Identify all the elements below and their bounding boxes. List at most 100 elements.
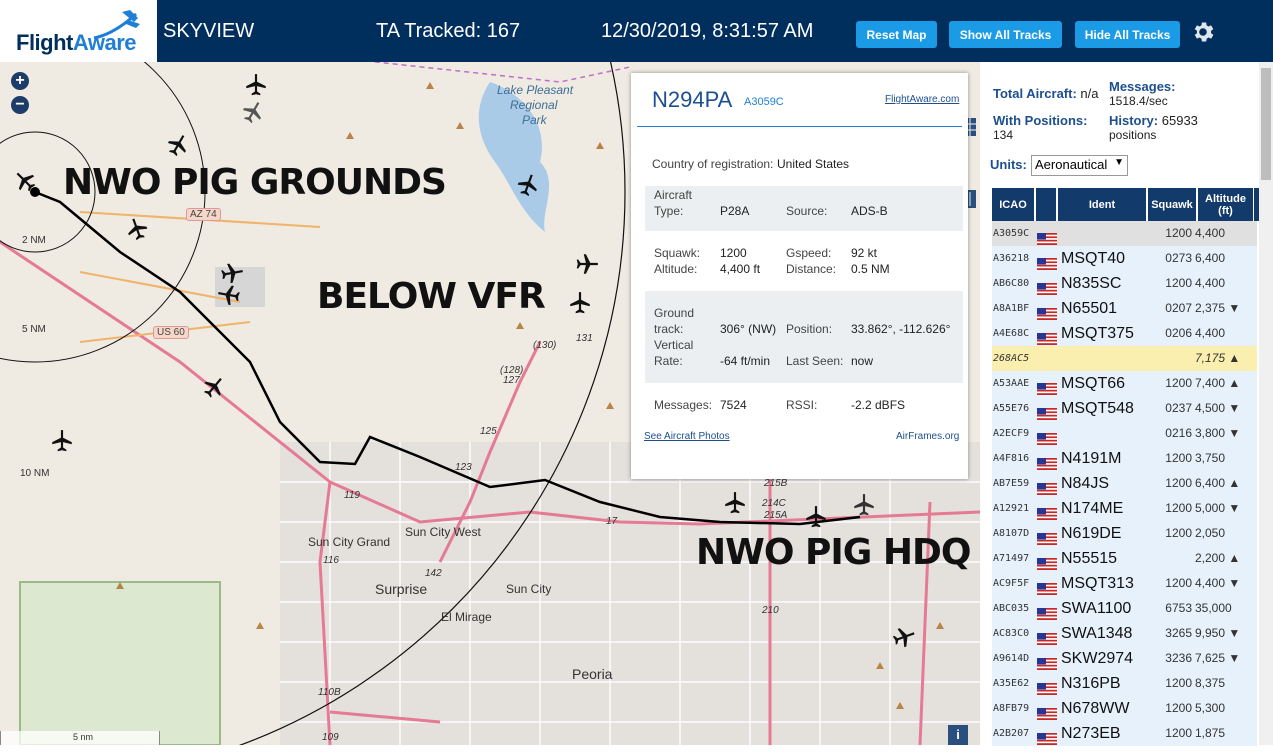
aircraft-icon[interactable] <box>201 374 227 400</box>
annotation-grounds: NWO PIG GROUNDS <box>63 162 447 203</box>
table-row[interactable]: A8A1BF N65501 0207 2,375 ▼ <box>992 296 1257 322</box>
table-row[interactable]: AB7E59 N84JS 1200 6,400 ▲ <box>992 471 1257 497</box>
zoom-in-button[interactable]: + <box>11 72 29 90</box>
row-altitude: 5,300 <box>1195 701 1226 715</box>
row-altitude: 2,050 <box>1195 526 1226 540</box>
table-row[interactable]: A12921 N174ME 1200 5,000 ▼ <box>992 496 1257 522</box>
row-squawk: 1200 <box>1165 226 1192 240</box>
road-116: 116 <box>323 555 339 566</box>
row-icao: A9614D <box>993 653 1030 664</box>
flightaware-link[interactable]: FlightAware.com <box>885 94 959 105</box>
row-icao: 268AC5 <box>993 353 1030 364</box>
table-row[interactable]: A55E76 MSQT548 0237 4,500 ▼ <box>992 396 1257 422</box>
aircraft-icon[interactable] <box>515 172 541 198</box>
row-altitude: 4,400 ▼ <box>1195 576 1241 590</box>
col-header-ident[interactable]: Ident <box>1058 188 1146 221</box>
road-214c: 214C <box>762 498 786 509</box>
aircraft-icon[interactable] <box>49 428 75 454</box>
aircraft-icon[interactable] <box>803 504 829 530</box>
road-123: 123 <box>455 462 472 473</box>
show-all-tracks-button[interactable]: Show All Tracks <box>949 21 1062 48</box>
total-aircraft-stat: Total Aircraft: n/a <box>993 86 1099 101</box>
units-label: Units: <box>990 157 1027 172</box>
row-ident: N55515 <box>1061 550 1118 567</box>
aircraft-icon[interactable] <box>891 624 917 650</box>
table-row[interactable]: A3059C 1200 4,400 <box>992 221 1257 247</box>
flightaware-logo[interactable]: FlightAware <box>0 0 157 62</box>
table-row[interactable]: A53AAE MSQT66 1200 7,400 ▲ <box>992 371 1257 397</box>
row-ident: MSQT66 <box>1061 375 1126 392</box>
gear-icon[interactable] <box>1190 19 1216 45</box>
aircraft-icon[interactable] <box>574 251 600 277</box>
zoom-out-button[interactable]: − <box>11 96 29 114</box>
table-row[interactable]: A35E62 N316PB 1200 8,375 <box>992 671 1257 697</box>
row-altitude: 4,400 <box>1195 226 1226 240</box>
road-130: (130) <box>533 340 557 351</box>
table-row[interactable]: A2ECF9 0216 3,800 ▼ <box>992 421 1257 447</box>
table-row[interactable]: A71497 N55515 2,200 ▲ <box>992 546 1257 572</box>
us-flag-icon <box>1037 453 1057 470</box>
table-row[interactable]: A8FB79 N678WW 1200 5,300 <box>992 696 1257 722</box>
col-header-squawk[interactable]: Squawk <box>1148 188 1196 221</box>
scrollbar-thumb[interactable] <box>1261 68 1271 180</box>
road-110b: 110B <box>318 687 341 698</box>
messages-value: 7524 <box>720 398 747 412</box>
table-row[interactable]: ABC035 SWA1100 6753 35,000 <box>992 596 1257 622</box>
table-row[interactable]: 268AC5 7,175 ▲ <box>992 346 1257 372</box>
see-aircraft-photos-link[interactable]: See Aircraft Photos <box>644 431 730 442</box>
aircraft-icon[interactable] <box>722 490 748 516</box>
app-title: SKYVIEW <box>163 20 255 42</box>
row-icao: AB7E59 <box>993 478 1030 489</box>
place-peoria: Peoria <box>572 666 613 682</box>
row-altitude: 4,500 ▼ <box>1195 401 1241 415</box>
col-header-flag[interactable] <box>1036 188 1056 221</box>
aircraft-icon[interactable] <box>851 492 877 518</box>
place-el-mirage: El Mirage <box>441 610 492 624</box>
aircraft-icon[interactable] <box>165 132 191 158</box>
info-button[interactable]: i <box>948 725 968 745</box>
table-row[interactable]: A8107D N619DE 1200 2,050 <box>992 521 1257 547</box>
place-sun-city: Sun City <box>506 582 552 596</box>
table-row[interactable]: AB6C80 N835SC 1200 4,400 <box>992 271 1257 297</box>
place-sun-city-grand: Sun City Grand <box>308 535 391 549</box>
altitude-value: 4,400 ft <box>720 262 761 276</box>
aircraft-icon[interactable] <box>12 168 38 194</box>
aircraft-icon[interactable] <box>567 290 593 316</box>
table-row[interactable]: AC9F5F MSQT313 1200 4,400 ▼ <box>992 571 1257 597</box>
hide-all-tracks-button[interactable]: Hide All Tracks <box>1075 21 1180 48</box>
distance-value: 0.5 NM <box>851 262 890 276</box>
messages-rate-value: 1518.4/sec <box>1109 94 1168 108</box>
table-row[interactable]: A4F816 N4191M 1200 3,750 <box>992 446 1257 472</box>
col-header-altitude[interactable]: Altitude (ft) <box>1198 188 1253 221</box>
table-row[interactable]: A4E68C MSQT375 0206 4,400 <box>992 321 1257 347</box>
table-row[interactable]: AC83C0 SWA1348 3265 9,950 ▼ <box>992 621 1257 647</box>
aircraft-icon[interactable] <box>216 282 242 308</box>
row-icao: ABC035 <box>993 603 1030 614</box>
table-row[interactable]: A2B207 N273EB 1200 1,875 <box>992 721 1257 747</box>
reset-map-button[interactable]: Reset Map <box>856 21 937 48</box>
position-label: Position: <box>786 322 833 336</box>
row-squawk: 1200 <box>1165 701 1192 715</box>
row-icao: A8FB79 <box>993 703 1030 714</box>
units-select[interactable]: Aeronautical ▼ <box>1031 155 1128 176</box>
row-ident: N273EB <box>1061 725 1121 742</box>
row-icao: A2B207 <box>993 728 1030 739</box>
row-icao: A3059C <box>993 228 1030 239</box>
row-altitude: 5,000 ▼ <box>1195 501 1241 515</box>
us-flag-icon <box>1037 553 1057 570</box>
airframes-link[interactable]: AirFrames.org <box>896 431 959 442</box>
row-squawk: 1200 <box>1165 451 1192 465</box>
col-header-icao[interactable]: ICAO <box>992 188 1034 221</box>
table-row[interactable]: A36218 MSQT40 0273 6,400 <box>992 246 1257 272</box>
annotation-hdq: NWO PIG HDQ <box>696 532 971 573</box>
aircraft-icon[interactable] <box>243 72 269 98</box>
table-row[interactable]: A9614D SKW2974 3236 7,625 ▼ <box>992 646 1257 672</box>
scale-bar: 5 nm <box>0 731 160 745</box>
row-squawk: 1200 <box>1165 526 1192 540</box>
us-flag-icon <box>1037 328 1057 345</box>
aircraft-icon[interactable] <box>240 99 266 125</box>
place-surprise: Surprise <box>375 581 428 597</box>
aircraft-icon[interactable] <box>124 216 150 242</box>
ground-track-label-1: Ground <box>654 306 695 320</box>
row-icao: A53AAE <box>993 378 1030 389</box>
